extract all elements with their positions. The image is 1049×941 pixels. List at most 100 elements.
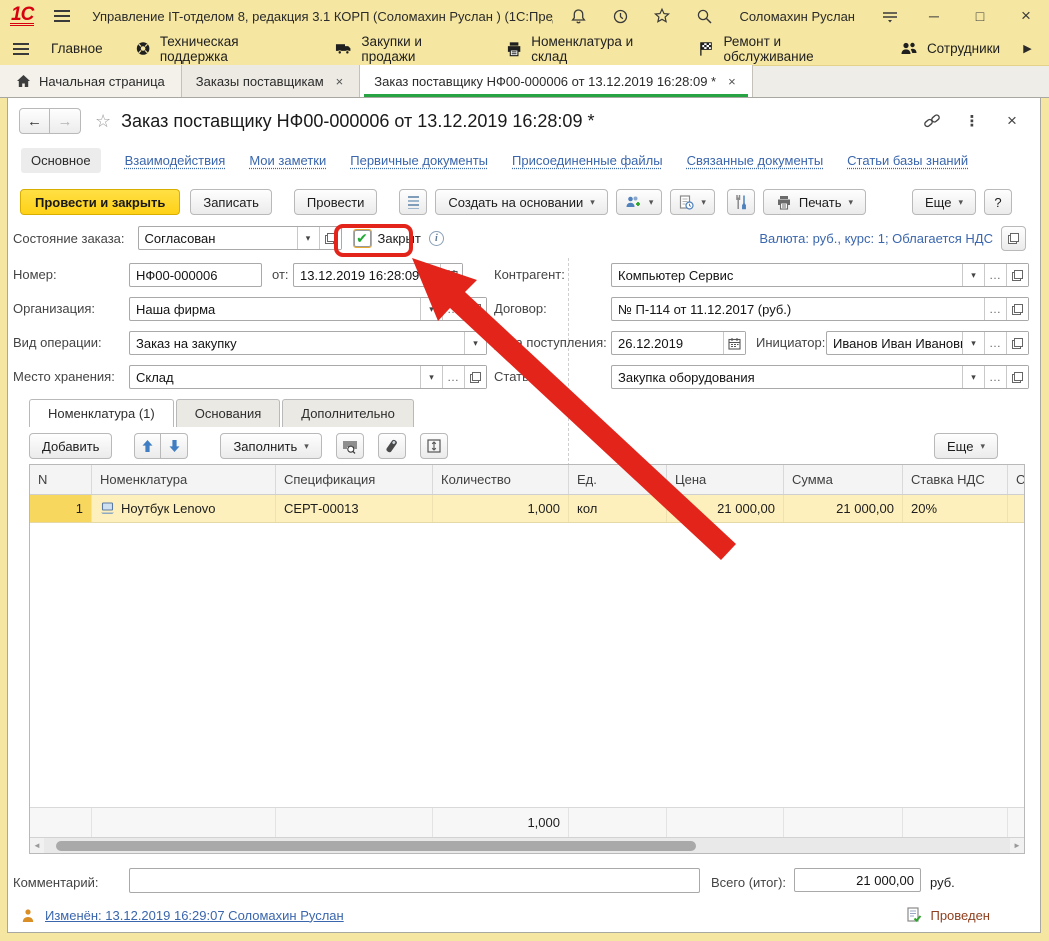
- choose-icon[interactable]: …: [442, 366, 464, 388]
- dropdown-caret-icon[interactable]: ▾: [420, 366, 442, 388]
- open-icon[interactable]: [319, 227, 341, 249]
- section-employees[interactable]: Сотрудники: [884, 32, 1016, 65]
- comment-input[interactable]: [129, 868, 700, 893]
- history-back-button[interactable]: ←: [19, 108, 50, 134]
- section-nomenclature-warehouse[interactable]: Номенклатура и склад: [490, 32, 682, 65]
- barcode-search-button[interactable]: [336, 433, 364, 459]
- navlink-attached-files[interactable]: Присоединенные файлы: [512, 153, 663, 168]
- scrollbar-thumb[interactable]: [56, 841, 696, 851]
- operation-type-field[interactable]: Заказ на закупку ▾: [129, 331, 487, 355]
- column-header-price[interactable]: Цена: [667, 465, 784, 494]
- initiator-field[interactable]: Иванов Иван Иванович ▾ …: [826, 331, 1029, 355]
- navlink-interactions[interactable]: Взаимодействия: [125, 153, 226, 168]
- open-icon[interactable]: [1006, 298, 1028, 320]
- closed-checkbox-label[interactable]: Закрыт: [378, 231, 421, 246]
- choose-icon[interactable]: …: [984, 332, 1006, 354]
- more-button[interactable]: Еще ▾: [912, 189, 976, 215]
- subordination-structure-button[interactable]: [399, 189, 427, 215]
- move-row-down-button[interactable]: [161, 433, 188, 459]
- open-icon[interactable]: [1006, 366, 1028, 388]
- info-icon[interactable]: i: [429, 231, 444, 246]
- tab-grounds[interactable]: Основания: [176, 399, 281, 427]
- dropdown-caret-icon[interactable]: ▾: [962, 366, 984, 388]
- closed-checkbox[interactable]: ✔: [354, 230, 371, 247]
- column-header-specification[interactable]: Спецификация: [276, 465, 433, 494]
- window-close-button[interactable]: ×: [1013, 6, 1039, 26]
- dropdown-caret-icon[interactable]: ▾: [962, 332, 984, 354]
- open-icon[interactable]: [464, 366, 486, 388]
- assign-task-button[interactable]: ▾: [616, 189, 663, 215]
- navlink-primary-documents[interactable]: Первичные документы: [350, 153, 488, 168]
- article-field[interactable]: Закупка оборудования ▾ …: [611, 365, 1029, 389]
- fill-button[interactable]: Заполнить ▾: [220, 433, 321, 459]
- modified-link[interactable]: Изменён: 13.12.2019 16:29:07 Соломахин Р…: [45, 908, 344, 923]
- dropdown-caret-icon[interactable]: ▾: [464, 332, 486, 354]
- column-header-vat-rate[interactable]: Ставка НДС: [903, 465, 1008, 494]
- navlink-my-notes[interactable]: Мои заметки: [249, 153, 326, 168]
- service-tools-button[interactable]: [727, 189, 755, 215]
- get-link-icon[interactable]: [921, 110, 943, 132]
- calendar-icon[interactable]: [440, 264, 462, 286]
- choose-icon[interactable]: …: [984, 366, 1006, 388]
- tab-supplier-orders-list[interactable]: Заказы поставщикам ×: [182, 65, 360, 97]
- main-menu-icon[interactable]: [54, 15, 70, 17]
- open-icon[interactable]: [1006, 332, 1028, 354]
- add-row-button[interactable]: Добавить: [29, 433, 112, 459]
- navlink-knowledge-base[interactable]: Статьи базы знаний: [847, 153, 968, 168]
- tab-supplier-order-document[interactable]: Заказ поставщику НФ00-000006 от 13.12.20…: [360, 65, 752, 97]
- tab-close-icon[interactable]: ×: [334, 74, 346, 89]
- tab-home-page[interactable]: Начальная страница: [0, 65, 182, 97]
- dropdown-caret-icon[interactable]: ▾: [962, 264, 984, 286]
- document-close-icon[interactable]: ×: [1001, 110, 1023, 132]
- sections-hamburger-icon[interactable]: [10, 38, 31, 60]
- navlink-related-documents[interactable]: Связанные документы: [687, 153, 824, 168]
- window-maximize-button[interactable]: □: [967, 8, 993, 24]
- help-button[interactable]: ?: [984, 189, 1012, 215]
- contractor-field[interactable]: Компьютер Сервис ▾ …: [611, 263, 1029, 287]
- open-currency-button[interactable]: [1001, 226, 1026, 251]
- table-more-button[interactable]: Еще ▾: [934, 433, 998, 459]
- service-menu-icon[interactable]: [879, 5, 901, 27]
- post-button[interactable]: Провести: [294, 189, 378, 215]
- print-button[interactable]: Печать ▾: [763, 189, 866, 215]
- scroll-left-icon[interactable]: ◄: [30, 841, 44, 850]
- organization-field[interactable]: Наша фирма ▾ …: [129, 297, 487, 321]
- history-icon[interactable]: [609, 5, 631, 27]
- post-and-close-button[interactable]: Провести и закрыть: [20, 189, 180, 215]
- horizontal-scrollbar[interactable]: ◄ ►: [30, 837, 1024, 853]
- section-repair-service[interactable]: Ремонт и обслуживание: [682, 32, 884, 65]
- window-minimize-button[interactable]: ─: [921, 8, 947, 24]
- section-purchases-sales[interactable]: Закупки и продажи: [319, 32, 490, 65]
- dropdown-caret-icon[interactable]: ▾: [420, 298, 442, 320]
- number-field[interactable]: НФ00-000006: [129, 263, 262, 287]
- section-tech-support[interactable]: Техническая поддержка: [119, 32, 320, 65]
- favorite-star-icon[interactable]: ☆: [95, 111, 111, 132]
- column-header-quantity[interactable]: Количество: [433, 465, 569, 494]
- more-actions-icon[interactable]: ⋮: [961, 110, 983, 132]
- open-icon[interactable]: [1006, 264, 1028, 286]
- tab-nomenclature[interactable]: Номенклатура (1): [29, 399, 174, 427]
- sections-overflow-icon[interactable]: ▶: [1016, 42, 1039, 55]
- tab-additional[interactable]: Дополнительно: [282, 399, 414, 427]
- history-forward-button[interactable]: →: [50, 108, 81, 134]
- move-row-up-button[interactable]: [134, 433, 161, 459]
- document-log-button[interactable]: ▾: [670, 189, 715, 215]
- open-icon[interactable]: [464, 298, 486, 320]
- choose-icon[interactable]: …: [442, 298, 464, 320]
- search-icon[interactable]: [693, 5, 715, 27]
- order-status-combobox[interactable]: Согласован ▾: [138, 226, 342, 250]
- receipt-date-field[interactable]: 26.12.2019: [611, 331, 746, 355]
- date-field[interactable]: 13.12.2019 16:28:09: [293, 263, 463, 287]
- storage-place-field[interactable]: Склад ▾ …: [129, 365, 487, 389]
- create-based-on-button[interactable]: Создать на основании ▾: [435, 189, 607, 215]
- currency-settings-link[interactable]: Валюта: руб., курс: 1; Облагается НДС: [759, 231, 993, 246]
- current-user[interactable]: Соломахин Руслан: [739, 9, 855, 24]
- column-header-truncated[interactable]: Су: [1008, 465, 1024, 494]
- choose-icon[interactable]: …: [984, 298, 1006, 320]
- choose-icon[interactable]: …: [984, 264, 1006, 286]
- column-header-amount[interactable]: Сумма: [784, 465, 903, 494]
- contract-field[interactable]: № П-114 от 11.12.2017 (руб.) …: [611, 297, 1029, 321]
- total-field[interactable]: 21 000,00: [794, 868, 921, 892]
- scrollbar-track[interactable]: [44, 838, 1010, 853]
- column-header-unit[interactable]: Ед.: [569, 465, 667, 494]
